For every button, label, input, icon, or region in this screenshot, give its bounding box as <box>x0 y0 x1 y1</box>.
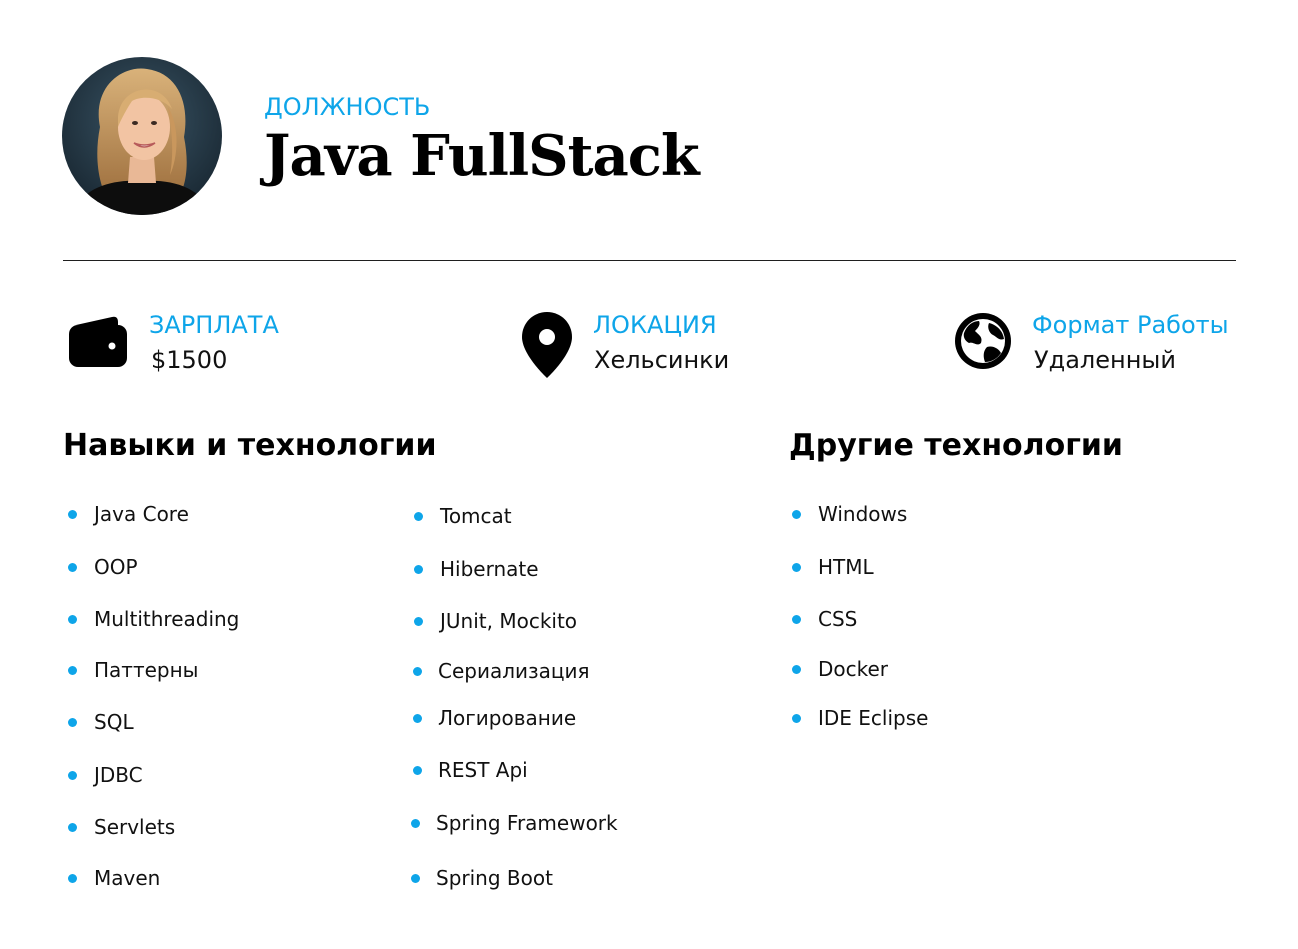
skill-list-item: Hibernate <box>414 554 539 584</box>
skill-list-item-label: Tomcat <box>440 504 512 528</box>
skill-list-item-label: Spring Boot <box>436 866 553 890</box>
skill-list-item: Java Core <box>68 499 189 529</box>
bullet-dot <box>413 713 422 723</box>
skill-list-item-label: Maven <box>94 866 161 890</box>
wallet-icon <box>68 313 128 369</box>
skill-list-item-label: REST Api <box>438 758 528 782</box>
salary-value: $1500 <box>151 346 228 374</box>
skill-list-item-label: Spring Framework <box>436 811 618 835</box>
location-label: ЛОКАЦИЯ <box>593 311 717 339</box>
skill-list-item: Maven <box>68 863 160 893</box>
location-pin-icon <box>521 311 573 379</box>
other-tech-list-item: CSS <box>792 604 857 634</box>
other-tech-section-title: Другие технологии <box>789 428 1123 463</box>
skill-list-item: Spring Boot <box>411 863 553 893</box>
skill-list-item-label: SQL <box>94 710 134 734</box>
skill-list-item: Логирование <box>413 703 576 733</box>
bullet-dot <box>68 822 77 832</box>
bullet-dot <box>414 616 423 626</box>
skill-list-item-label: Servlets <box>94 815 176 839</box>
bullet-dot <box>792 614 801 624</box>
other-tech-list-item: HTML <box>792 552 874 582</box>
skills-section-title: Навыки и технологии <box>63 428 437 463</box>
skill-list-item: JDBC <box>68 760 143 790</box>
other-tech-list-item: Windows <box>792 499 907 529</box>
bullet-dot <box>414 511 423 521</box>
skill-list-item: JUnit, Mockito <box>414 606 577 636</box>
bullet-dot <box>68 614 77 624</box>
skill-list-item-label: JDBC <box>94 763 143 787</box>
other-tech-list-item-label: CSS <box>818 607 858 631</box>
bullet-dot <box>792 562 801 572</box>
bullet-dot <box>792 664 801 674</box>
skill-list-item-label: Java Core <box>94 502 189 526</box>
work-format-label: Формат Работы <box>1032 311 1229 339</box>
skill-list-item: Multithreading <box>68 604 239 634</box>
bullet-dot <box>413 666 422 676</box>
bullet-dot <box>68 770 77 780</box>
position-eyebrow-label: ДОЛЖНОСТЬ <box>264 93 431 121</box>
other-tech-list-item-label: HTML <box>818 555 874 579</box>
work-format-value: Удаленный <box>1034 346 1176 374</box>
bullet-dot <box>414 564 423 574</box>
bullet-dot <box>411 873 420 883</box>
other-tech-list-item: Docker <box>792 654 888 684</box>
bullet-dot <box>68 665 77 675</box>
avatar <box>62 57 222 215</box>
skill-list-item: Spring Framework <box>411 808 618 838</box>
skill-list-item: Servlets <box>68 812 175 842</box>
bullet-dot <box>68 509 77 519</box>
skill-list-item: Tomcat <box>414 501 512 531</box>
skill-list-item: Сериализация <box>413 656 590 686</box>
skill-list-item-label: Логирование <box>438 706 577 730</box>
skill-list-item-label: Сериализация <box>438 659 590 683</box>
bullet-dot <box>68 717 77 727</box>
other-tech-list-item-label: IDE Eclipse <box>818 706 929 730</box>
other-tech-list-item: IDE Eclipse <box>792 703 928 733</box>
bullet-dot <box>792 713 801 723</box>
skill-list-item-label: OOP <box>94 555 138 579</box>
other-tech-list-item-label: Windows <box>818 502 908 526</box>
skill-list-item: Паттерны <box>68 655 198 685</box>
skill-list-item: OOP <box>68 552 138 582</box>
skill-list-item-label: Hibernate <box>440 557 539 581</box>
header-divider <box>63 260 1236 261</box>
skill-list-item-label: Паттерны <box>94 658 199 682</box>
skill-list-item-label: JUnit, Mockito <box>440 609 578 633</box>
globe-icon <box>953 311 1013 371</box>
bullet-dot <box>411 818 420 828</box>
skill-list-item: REST Api <box>413 755 528 785</box>
location-value: Хельсинки <box>594 346 730 374</box>
bullet-dot <box>413 765 422 775</box>
skill-list-item-label: Multithreading <box>94 607 240 631</box>
avatar-portrait-image <box>62 57 222 215</box>
other-tech-list-item-label: Docker <box>818 657 889 681</box>
skill-list-item: SQL <box>68 707 134 737</box>
bullet-dot <box>68 562 77 572</box>
job-title: Java FullStack <box>264 123 700 189</box>
bullet-dot <box>68 873 77 883</box>
salary-label: ЗАРПЛАТА <box>149 311 279 339</box>
bullet-dot <box>792 509 801 519</box>
